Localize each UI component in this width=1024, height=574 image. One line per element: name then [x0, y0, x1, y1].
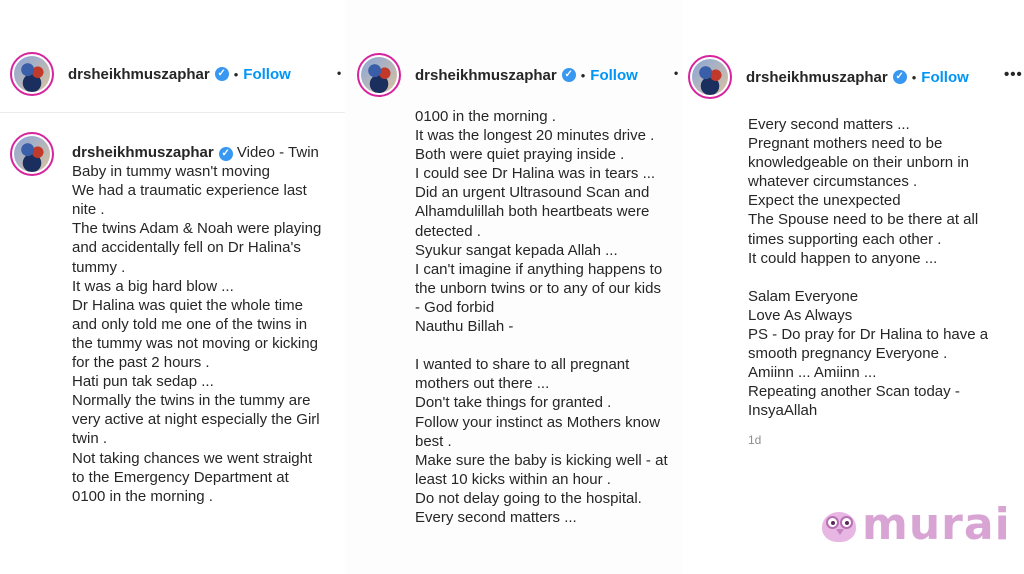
username-link[interactable]: drsheikhmuszaphar: [415, 67, 557, 84]
header-divider: [0, 112, 345, 113]
caption-body: We had a traumatic experience last nite …: [72, 182, 322, 505]
separator-dot: •: [233, 66, 239, 82]
separator-mark: •: [337, 66, 343, 80]
post-header: drsheikhmuszaphar ✓ • Follow: [357, 45, 638, 105]
caption-text: Every second matters ... Pregnant mother…: [748, 116, 989, 420]
profile-avatar[interactable]: [10, 52, 54, 96]
more-options-icon[interactable]: •••: [1004, 66, 1023, 83]
separator-dot: •: [580, 67, 586, 83]
watermark-text: murai: [862, 499, 1011, 550]
caption-username[interactable]: drsheikhmuszaphar: [72, 144, 214, 161]
profile-avatar[interactable]: [357, 53, 401, 97]
post-panel-3: • drsheikhmuszaphar ✓ • Follow ••• Every…: [674, 0, 1024, 574]
separator-dot: •: [911, 69, 917, 85]
verified-badge-icon: ✓: [561, 68, 576, 82]
post-panel-2: • drsheikhmuszaphar ✓ • Follow 0100 in t…: [337, 0, 682, 574]
profile-avatar[interactable]: [688, 55, 732, 99]
verified-badge-icon: ✓: [214, 67, 229, 81]
follow-button[interactable]: Follow: [243, 66, 291, 83]
watermark-logo: murai: [820, 503, 1011, 547]
caption-author: [10, 132, 54, 176]
follow-button[interactable]: Follow: [921, 69, 969, 86]
post-panel-1: drsheikhmuszaphar ✓ • Follow drsheikhmus…: [0, 0, 345, 574]
caption-avatar[interactable]: [10, 132, 54, 176]
username-link[interactable]: drsheikhmuszaphar: [68, 66, 210, 83]
verified-badge-icon: ✓: [218, 147, 233, 161]
username-link[interactable]: drsheikhmuszaphar: [746, 69, 888, 86]
post-timestamp[interactable]: 1d: [748, 433, 761, 447]
follow-button[interactable]: Follow: [590, 67, 638, 84]
verified-badge-icon: ✓: [892, 70, 907, 84]
separator-mark: •: [674, 66, 680, 80]
post-header: drsheikhmuszaphar ✓ • Follow: [10, 44, 291, 104]
caption-text: 0100 in the morning . It was the longest…: [415, 108, 668, 526]
post-header: drsheikhmuszaphar ✓ • Follow: [688, 47, 969, 107]
caption-text: drsheikhmuszaphar ✓ Video - Twin Baby in …: [72, 143, 321, 506]
owl-logo-icon: [820, 506, 860, 544]
